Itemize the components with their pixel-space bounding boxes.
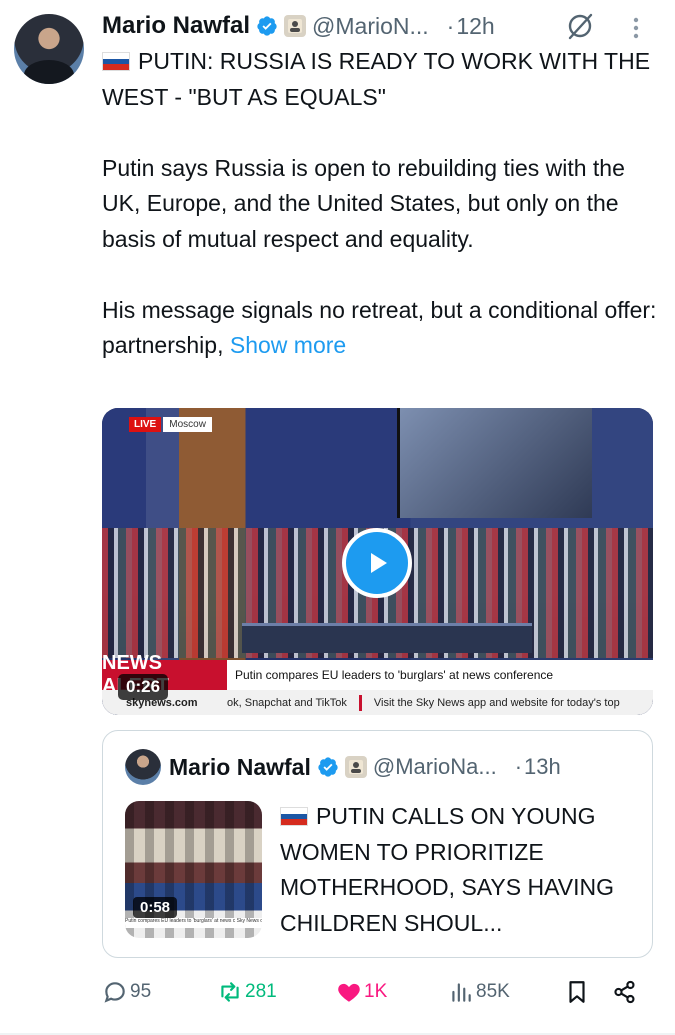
views-button[interactable]: 85K — [448, 975, 510, 1009]
ticker-text-left: ok, Snapchat and TikTok — [227, 696, 347, 709]
repost-count: 281 — [245, 981, 277, 1002]
ticker-separator — [358, 694, 362, 711]
tweet-headline: PUTIN: RUSSIA IS READY TO WORK WITH THE … — [102, 48, 651, 110]
verified-badge-icon — [257, 16, 277, 36]
like-count: 1K — [364, 981, 388, 1002]
quoted-author-handle[interactable]: @MarioNa... — [373, 754, 497, 780]
bookmark-icon — [569, 981, 585, 1003]
quoted-text: PUTIN CALLS ON YOUNG WOMEN TO PRIORITIZE… — [280, 803, 614, 936]
views-icon — [452, 983, 471, 1002]
video-background-screen — [397, 408, 592, 518]
separator-dot: · — [514, 754, 523, 779]
quoted-tweet[interactable]: Mario Nawfal @MarioNa... · 13h Putin com… — [102, 730, 653, 958]
heart-icon — [338, 983, 360, 1002]
video-player[interactable]: LIVE Moscow NEWS ALERT Putin compares EU… — [102, 408, 653, 715]
bookmark-button[interactable] — [564, 975, 592, 1009]
play-icon — [371, 553, 387, 573]
live-tag: LIVE Moscow — [129, 417, 212, 432]
grok-icon[interactable] — [565, 11, 595, 41]
quoted-tweet-header: Mario Nawfal @MarioNa... · 13h — [169, 751, 636, 783]
show-more-link[interactable]: Show more — [230, 332, 346, 358]
video-desk — [242, 623, 532, 653]
russia-flag-icon — [280, 807, 308, 826]
verified-badge-icon — [318, 757, 338, 777]
quoted-author-avatar[interactable] — [125, 749, 161, 785]
news-alert-bar: NEWS ALERT Putin compares EU leaders to … — [102, 652, 653, 697]
quoted-video-duration: 0:58 — [133, 897, 178, 918]
news-headline: Putin compares EU leaders to 'burglars' … — [235, 668, 554, 682]
russia-flag-icon — [102, 52, 130, 71]
author-handle[interactable]: @MarioN... — [312, 13, 429, 40]
video-duration: 0:26 — [118, 674, 169, 700]
play-button[interactable] — [342, 528, 412, 598]
more-options-icon[interactable] — [630, 16, 642, 40]
quoted-tweet-text: PUTIN CALLS ON YOUNG WOMEN TO PRIORITIZE… — [280, 799, 640, 941]
tweet-timestamp[interactable]: 12h — [456, 13, 494, 40]
reply-icon — [104, 982, 125, 1003]
like-button[interactable]: 1K — [336, 975, 387, 1009]
quoted-author-name[interactable]: Mario Nawfal — [169, 754, 311, 781]
repost-button[interactable]: 281 — [217, 975, 277, 1009]
action-bar: 95 281 1K 85K — [102, 975, 653, 1009]
repost-icon — [221, 982, 239, 1002]
tweet-paragraph-2: His message signals no retreat, but a co… — [102, 296, 657, 359]
ticker-text-right: Visit the Sky News app and website for t… — [373, 696, 620, 709]
share-icon — [614, 980, 635, 1004]
quoted-timestamp[interactable]: 13h — [524, 754, 561, 780]
reply-count: 95 — [130, 981, 152, 1002]
tweet-text: PUTIN: RUSSIA IS READY TO WORK WITH THE … — [102, 44, 662, 364]
affiliate-badge-icon[interactable] — [344, 756, 367, 778]
author-name[interactable]: Mario Nawfal — [102, 12, 250, 40]
news-ticker: skynews.com ok, Snapchat and TikTok Visi… — [102, 690, 653, 715]
share-button[interactable] — [612, 975, 640, 1009]
tweet-paragraph-1: Putin says Russia is open to rebuilding … — [102, 154, 625, 252]
live-label: LIVE — [129, 417, 162, 432]
author-avatar[interactable] — [14, 14, 84, 84]
affiliate-badge-icon[interactable] — [284, 15, 307, 37]
quoted-thumbnail-ticker: Putin compares EU leaders to 'burglars' … — [125, 918, 262, 928]
views-count: 85K — [476, 981, 510, 1002]
separator-dot: · — [446, 12, 455, 39]
reply-button[interactable]: 95 — [102, 975, 151, 1009]
location-label: Moscow — [163, 417, 212, 432]
quoted-video-thumbnail[interactable]: Putin compares EU leaders to 'burglars' … — [125, 801, 262, 938]
